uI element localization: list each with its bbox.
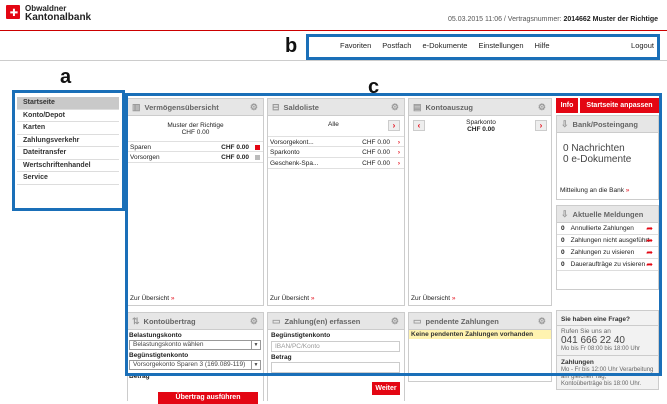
sidebar-menu: Startseite Konto/Depot Karten Zahlungsve… — [17, 97, 119, 185]
nav-einstellungen[interactable]: Einstellungen — [478, 41, 523, 50]
nav-postfach[interactable]: Postfach — [382, 41, 411, 50]
contract-owner: 2014662 Muster der Richtige — [563, 16, 658, 23]
datetime-contract: 05.03.2015 11:06 / Vertragsnummer: — [448, 16, 562, 23]
bank-logo[interactable]: ✚ Obwaldner Kantonalbank — [5, 3, 125, 29]
sidebar-item-dateitransfer[interactable]: Dateitransfer — [17, 147, 119, 160]
sidebar-item-startseite[interactable]: Startseite — [17, 97, 119, 110]
payments-line3: Kontoüberträge bis 18:00 Uhr. — [561, 381, 642, 387]
cross-icon: ✚ — [9, 8, 19, 19]
sidebar-item-karten[interactable]: Karten — [17, 122, 119, 135]
nav-divider — [0, 60, 667, 61]
execute-transfer-button[interactable]: Übertrag ausführen — [158, 392, 258, 404]
sidebar-item-service[interactable]: Service — [17, 172, 119, 185]
bank-logo-mark: ✚ — [6, 5, 20, 19]
nav-favoriten[interactable]: Favoriten — [340, 41, 371, 50]
sidebar-item-wertschriftenhandel[interactable]: Wertschriftenhandel — [17, 160, 119, 172]
annotation-box-c — [125, 93, 662, 376]
bank-name-line2: Kantonalbank — [25, 12, 92, 23]
annotation-label-b: b — [285, 35, 298, 57]
next-button[interactable]: Weiter — [372, 382, 400, 395]
session-info: 05.03.2015 11:06 / Vertragsnummer: 20146… — [448, 16, 658, 23]
top-nav: Favoriten Postfach e-Dokumente Einstellu… — [340, 41, 660, 50]
logout-link[interactable]: Logout — [631, 41, 654, 50]
header-divider — [0, 30, 667, 31]
annotation-label-a: a — [60, 66, 72, 88]
sidebar-item-zahlungsverkehr[interactable]: Zahlungsverkehr — [17, 135, 119, 147]
nav-hilfe[interactable]: Hilfe — [535, 41, 550, 50]
sidebar-item-konto-depot[interactable]: Konto/Depot — [17, 110, 119, 122]
nav-e-dokumente[interactable]: e-Dokumente — [422, 41, 467, 50]
